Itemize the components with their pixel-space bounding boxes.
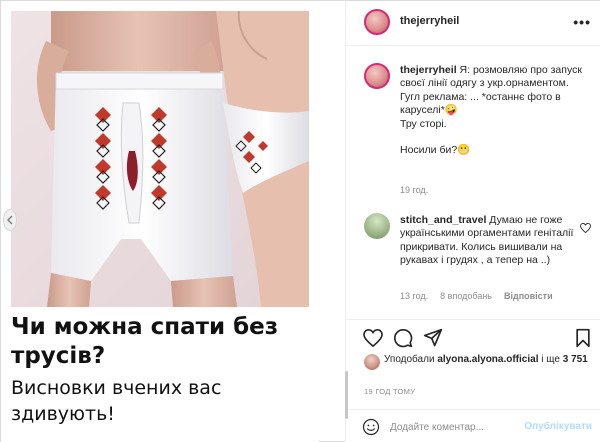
likes-prefix: Уподобали	[384, 354, 438, 365]
post-timestamp: 19 ГОД ТОМУ	[364, 387, 416, 396]
comment-icon[interactable]	[392, 327, 414, 349]
emoji-icon[interactable]	[362, 418, 380, 441]
caption-line-2: Гугл реклама: ... *останнє фото в карусе…	[400, 90, 561, 117]
post-media: Чи можна спати без трусів? Висновки вчен…	[1, 1, 319, 442]
caption-line-3: Тру сторі.	[400, 117, 447, 130]
comment-like-heart-icon[interactable]	[580, 220, 591, 238]
liker-username[interactable]: alyona.alyona.official	[437, 354, 538, 365]
likes-count[interactable]: 3 751	[563, 354, 588, 365]
post-image-subline: Висновки вчених вас здивують!	[11, 377, 222, 425]
carousel-prev-button[interactable]	[3, 209, 17, 231]
comment-username[interactable]: stitch_and_travel	[400, 214, 486, 226]
comment: stitch_and_travel Думаю не гоже українсь…	[400, 214, 580, 268]
comment-meta: 13 год. 8 вподобань Відповісти	[400, 291, 553, 301]
instagram-post-window: Чи можна спати без трусів? Висновки вчен…	[0, 0, 600, 442]
commenter-avatar[interactable]	[364, 213, 390, 239]
post-caption: thejerryheil Я: розмовляю про запуск сво…	[400, 64, 590, 158]
caption-username[interactable]: thejerryheil	[400, 64, 457, 76]
bookmark-icon[interactable]	[572, 327, 594, 349]
panel-scrollbar[interactable]	[345, 371, 348, 419]
caption-author-avatar[interactable]	[364, 63, 390, 89]
comment-timestamp: 13 год.	[400, 291, 429, 301]
post-image-headline: Чи можна спати без трусів?	[11, 314, 279, 369]
post-comment-button[interactable]: Опублікувати	[524, 421, 592, 432]
author-avatar[interactable]	[364, 9, 390, 35]
liker-avatar[interactable]	[364, 354, 380, 370]
comment-input[interactable]	[390, 418, 530, 436]
post-photo[interactable]	[11, 11, 309, 307]
likes-summary: Уподобали alyona.alyona.official і ще 3 …	[384, 353, 594, 366]
caption-timestamp: 19 год.	[400, 185, 429, 195]
comment-likes-count[interactable]: 8 вподобань	[440, 291, 492, 301]
author-username[interactable]: thejerryheil	[400, 15, 459, 27]
likes-middle: і ще	[538, 354, 563, 365]
chevron-left-icon	[7, 215, 13, 225]
comment-reply-button[interactable]: Відповісти	[504, 291, 553, 301]
caption-line-4: Носили би?😬	[400, 144, 471, 157]
comment-composer: Опублікувати	[346, 409, 600, 442]
paper-plane-icon[interactable]	[422, 327, 444, 349]
header-divider	[346, 45, 600, 46]
more-horizontal-icon[interactable]: •••	[573, 14, 591, 30]
post-details-panel: thejerryheil ••• thejerryheil Я: розмовл…	[345, 1, 600, 442]
heart-icon[interactable]	[362, 327, 384, 349]
post-actions-bar	[346, 319, 600, 355]
